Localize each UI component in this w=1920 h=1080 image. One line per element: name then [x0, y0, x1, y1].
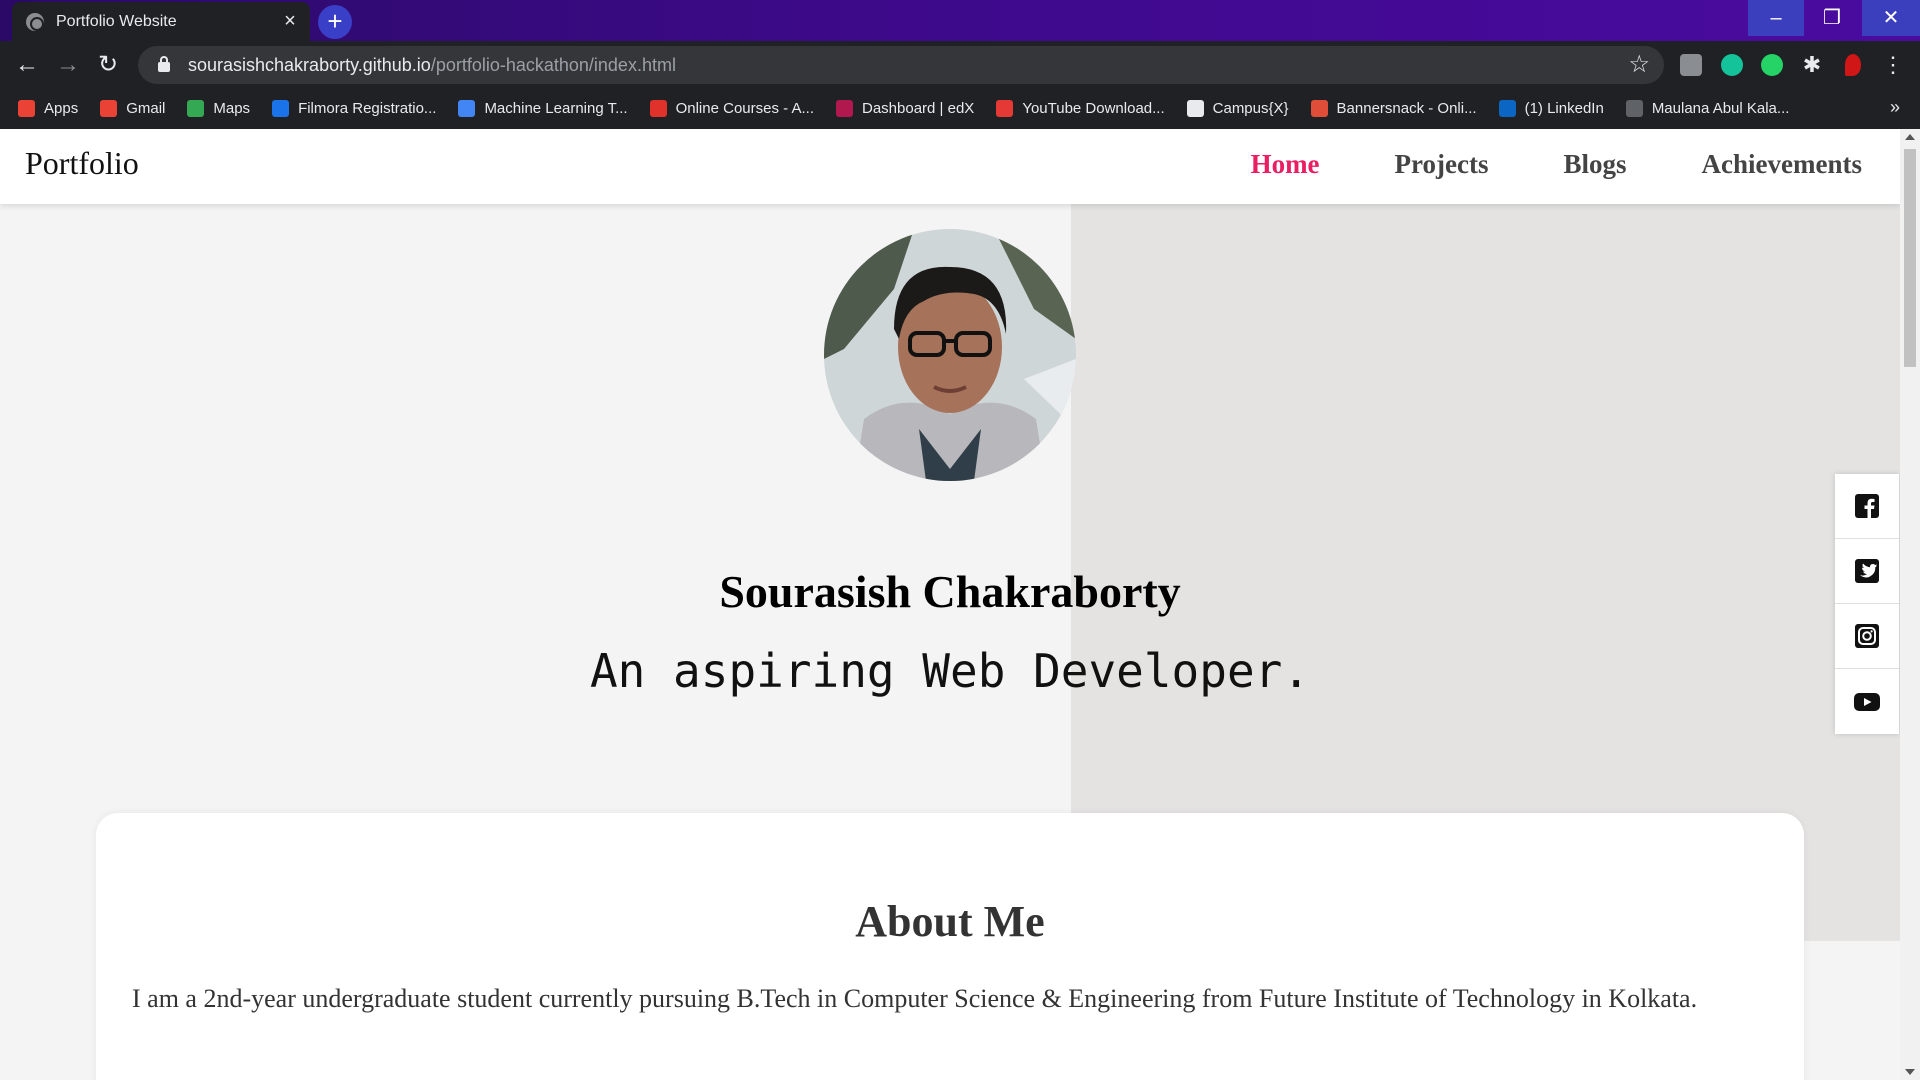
bookmark-item[interactable]: Filmora Registratio...	[272, 100, 436, 117]
machine-learning-icon	[458, 100, 476, 117]
twitter-link[interactable]	[1835, 539, 1899, 604]
bookmarks-overflow-icon[interactable]: »	[1890, 97, 1900, 118]
udemy-icon	[649, 100, 667, 117]
facebook-link[interactable]	[1835, 474, 1899, 539]
graduation-cap-icon	[1625, 100, 1643, 117]
bookmark-label: Online Courses - A...	[675, 100, 814, 117]
nav-link-home[interactable]: Home	[1251, 149, 1320, 180]
youtube-link[interactable]	[1835, 669, 1899, 734]
whatsapp-icon[interactable]	[1761, 54, 1783, 76]
forward-button[interactable]: →	[52, 49, 84, 81]
bookmark-item[interactable]: YouTube Download...	[996, 100, 1165, 117]
edx-icon	[836, 100, 853, 117]
bookmark-label: Machine Learning T...	[484, 100, 628, 117]
bookmark-item[interactable]: Online Courses - A...	[649, 100, 814, 117]
bookmark-item[interactable]: Dashboard | edX	[836, 100, 974, 117]
linkedin-icon	[1498, 100, 1516, 117]
profile-photo-illustration	[824, 229, 1076, 481]
extensions-puzzle-icon[interactable]: ✱	[1801, 54, 1823, 76]
restore-button[interactable]: ❐	[1804, 0, 1860, 36]
minimize-button[interactable]: –	[1748, 0, 1804, 36]
scroll-up-arrow-icon[interactable]	[1905, 134, 1915, 140]
about-text: I am a 2nd-year undergraduate student cu…	[132, 984, 1698, 1013]
bookmark-label: Bannersnack - Onli...	[1336, 100, 1477, 117]
url-path: /portfolio-hackathon/index.html	[430, 54, 676, 75]
browser-tab[interactable]: Portfolio Website ×	[12, 2, 310, 41]
download-icon	[996, 100, 1014, 117]
site-navbar: Portfolio Home Projects Blogs Achievemen…	[0, 129, 1900, 204]
facebook-icon	[1855, 494, 1879, 518]
close-tab-icon[interactable]: ×	[280, 10, 300, 33]
scroll-thumb[interactable]	[1904, 149, 1916, 367]
browser-toolbar: ← → ↻ sourasishchakraborty.github.io/por…	[0, 41, 1920, 88]
bookmark-star-icon[interactable]: ☆	[1628, 50, 1650, 79]
twitter-icon	[1855, 559, 1879, 583]
instagram-icon	[1855, 624, 1879, 648]
bannersnack-icon	[1310, 100, 1328, 117]
bookmark-label: Maulana Abul Kala...	[1651, 100, 1790, 117]
hero-name: Sourasish Chakraborty	[719, 566, 1181, 617]
site-brand[interactable]: Portfolio	[25, 145, 139, 182]
address-bar[interactable]: sourasishchakraborty.github.io/portfolio…	[138, 46, 1664, 84]
bookmark-label: Campus{X}	[1212, 100, 1289, 117]
filmora-icon	[272, 100, 290, 117]
bookmark-label: Filmora Registratio...	[298, 100, 437, 117]
scroll-down-arrow-icon[interactable]	[1905, 1069, 1915, 1075]
bookmark-item[interactable]: Campus{X}	[1186, 100, 1289, 117]
bookmark-item[interactable]: Bannersnack - Onli...	[1310, 100, 1477, 117]
bookmark-label: Maps	[213, 100, 251, 117]
profile-photo	[824, 229, 1076, 481]
site-nav-links: Home Projects Blogs Achievements	[1176, 149, 1862, 180]
bookmark-label: Dashboard | edX	[862, 100, 975, 117]
bookmark-label: Apps	[44, 100, 79, 117]
about-section: About Me I am a 2nd-year undergraduate s…	[96, 813, 1804, 1080]
globe-icon	[26, 12, 44, 31]
bookmark-item[interactable]: (1) LinkedIn	[1498, 100, 1604, 117]
url-host: sourasishchakraborty.github.io	[188, 54, 431, 75]
instagram-link[interactable]	[1835, 604, 1899, 669]
back-button[interactable]: ←	[11, 49, 43, 81]
bookmark-item[interactable]: Machine Learning T...	[458, 100, 628, 117]
new-tab-button[interactable]: +	[318, 5, 352, 39]
browser-titlebar: Portfolio Website × + – ❐ ✕	[0, 0, 1920, 41]
grammarly-icon[interactable]	[1721, 54, 1743, 76]
hero-tagline: An aspiring Web Developer.	[589, 644, 1311, 698]
bookmarks-bar: Apps Gmail Maps Filmora Registratio... Machi…	[0, 88, 1920, 129]
apps-grid-icon	[18, 100, 35, 117]
social-sidebar	[1835, 474, 1899, 734]
menu-kebab-icon[interactable]: ⋮	[1882, 54, 1904, 76]
bookmark-item[interactable]: Maps	[187, 100, 250, 117]
reload-button[interactable]: ↻	[92, 49, 124, 81]
bookmark-item[interactable]: Apps	[18, 100, 78, 117]
bookmark-label: (1) LinkedIn	[1524, 100, 1604, 117]
bookmark-item[interactable]: Maulana Abul Kala...	[1625, 100, 1790, 117]
bookmark-item[interactable]: Gmail	[100, 100, 165, 117]
bookmark-label: YouTube Download...	[1022, 100, 1165, 117]
close-window-button[interactable]: ✕	[1862, 0, 1920, 36]
nav-link-projects[interactable]: Projects	[1395, 149, 1489, 180]
youtube-icon	[1854, 692, 1880, 711]
extension-icon[interactable]	[1680, 54, 1702, 76]
gmail-icon	[100, 100, 118, 117]
webpage: Portfolio Home Projects Blogs Achievemen…	[0, 129, 1900, 1080]
lock-icon[interactable]	[158, 56, 170, 72]
about-heading: About Me	[855, 897, 1045, 946]
maps-pin-icon	[187, 100, 205, 117]
nav-link-achievements[interactable]: Achievements	[1702, 149, 1862, 180]
campusx-icon	[1186, 100, 1204, 117]
profile-icon[interactable]	[1845, 54, 1861, 76]
tab-title: Portfolio Website	[56, 12, 177, 30]
nav-link-blogs[interactable]: Blogs	[1564, 149, 1627, 180]
page-scrollbar[interactable]	[1900, 129, 1920, 1080]
bookmark-label: Gmail	[126, 100, 166, 117]
